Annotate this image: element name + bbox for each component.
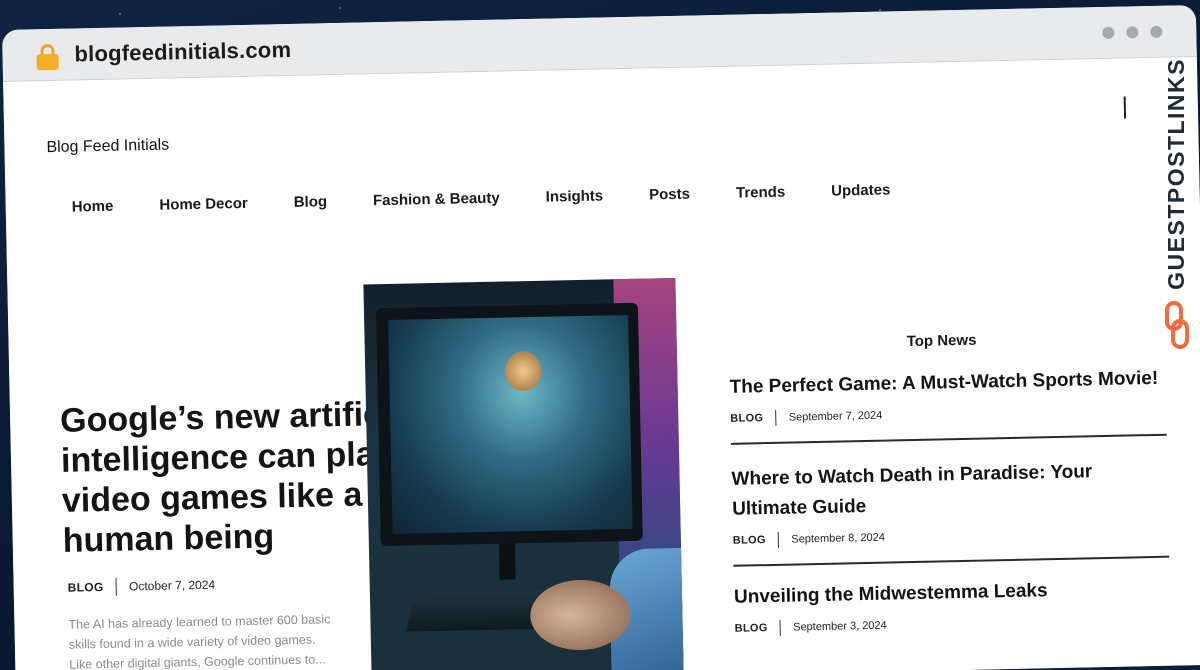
- nav-item-posts[interactable]: Posts: [649, 186, 690, 204]
- watermark-text: GUESTPOSTLINKS: [1163, 58, 1189, 290]
- nav-item-home[interactable]: Home: [72, 198, 114, 216]
- news-title[interactable]: Where to Watch Death in Paradise: Your U…: [731, 456, 1168, 525]
- nav-item-fashion-beauty[interactable]: Fashion & Beauty: [373, 190, 500, 210]
- top-news-heading: Top News: [906, 331, 977, 351]
- window-dot-icon[interactable]: [1126, 26, 1139, 39]
- window-dot-icon[interactable]: [1150, 25, 1163, 38]
- news-title[interactable]: Unveiling the Midwestemma Leaks: [734, 574, 1171, 613]
- lock-icon: [36, 43, 59, 71]
- site-title[interactable]: Blog Feed Initials: [46, 137, 169, 158]
- news-meta: BLOG September 8, 2024: [733, 524, 1169, 549]
- main-nav: Home Home Decor Blog Fashion & Beauty In…: [72, 180, 937, 215]
- window-dot-icon[interactable]: [1102, 26, 1115, 39]
- news-date: September 8, 2024: [791, 531, 886, 546]
- news-category[interactable]: BLOG: [733, 534, 766, 547]
- news-date: September 3, 2024: [793, 619, 887, 634]
- hero-category[interactable]: BLOG: [68, 580, 104, 595]
- divider: [730, 433, 1167, 445]
- news-category[interactable]: BLOG: [735, 622, 768, 635]
- nav-item-insights[interactable]: Insights: [546, 187, 604, 205]
- news-category[interactable]: BLOG: [730, 412, 763, 425]
- nav-item-home-decor[interactable]: Home Decor: [159, 195, 248, 214]
- nav-item-blog[interactable]: Blog: [294, 193, 328, 211]
- window-controls: [1102, 25, 1163, 39]
- meta-divider: [775, 409, 777, 426]
- news-meta: BLOG September 3, 2024: [735, 612, 1171, 637]
- meta-divider: [115, 577, 118, 596]
- hero-date: October 7, 2024: [128, 577, 216, 594]
- meta-divider: [777, 531, 780, 548]
- nav-item-trends[interactable]: Trends: [736, 184, 786, 202]
- hero-excerpt: The AI has already learned to master 600…: [68, 612, 331, 670]
- hero-image[interactable]: [363, 277, 684, 670]
- chain-link-icon: [1165, 301, 1189, 349]
- news-item: The Perfect Game: A Must-Watch Sports Mo…: [729, 364, 1167, 445]
- news-item: Unveiling the Midwestemma Leaks BLOG Sep…: [734, 574, 1171, 637]
- page-content: Blog Feed Initials Home Home Decor Blog …: [3, 56, 1200, 670]
- meta-divider: [779, 619, 782, 636]
- nav-item-updates[interactable]: Updates: [831, 181, 891, 199]
- divider: [733, 555, 1170, 567]
- url-text[interactable]: blogfeedinitials.com: [74, 37, 291, 68]
- hero-meta: BLOG October 7, 2024: [68, 576, 216, 597]
- news-meta: BLOG September 7, 2024: [730, 402, 1166, 427]
- search-toggle[interactable]: [1123, 96, 1127, 119]
- news-item: Where to Watch Death in Paradise: Your U…: [731, 456, 1170, 567]
- news-date: September 7, 2024: [788, 409, 883, 424]
- browser-window: blogfeedinitials.com Blog Feed Initials …: [2, 4, 1200, 670]
- news-title[interactable]: The Perfect Game: A Must-Watch Sports Mo…: [729, 364, 1166, 403]
